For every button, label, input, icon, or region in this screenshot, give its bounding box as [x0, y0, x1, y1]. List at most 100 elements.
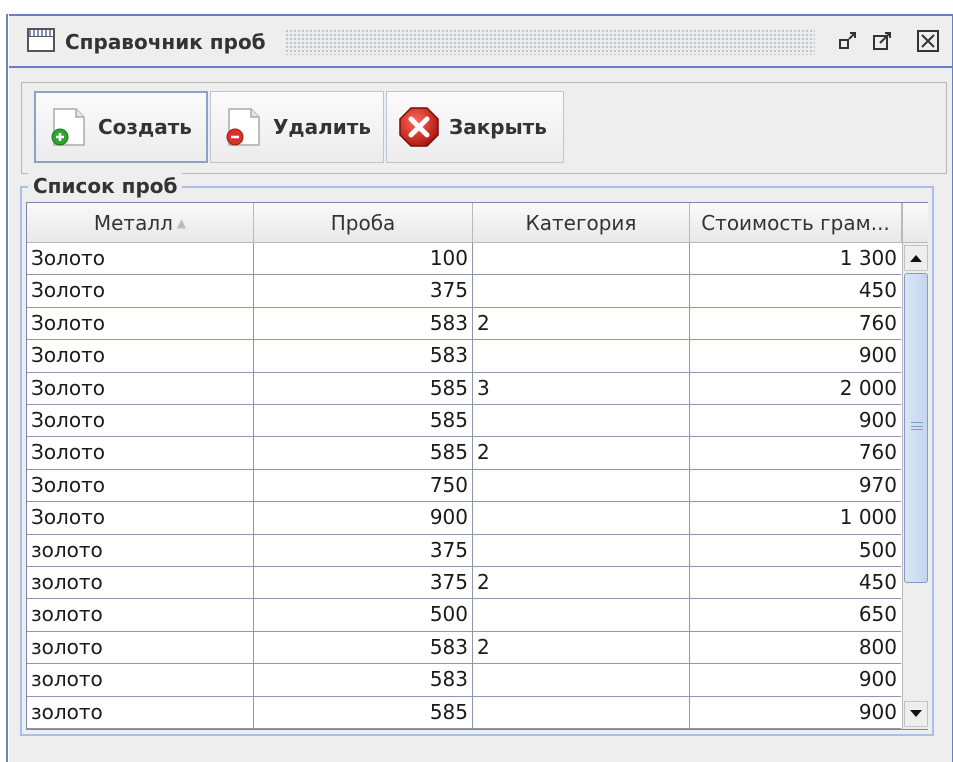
- table-cell[interactable]: 585: [254, 372, 473, 405]
- delete-button[interactable]: Удалить: [210, 91, 384, 163]
- table-cell[interactable]: Золото: [27, 275, 254, 308]
- delete-button-label: Удалить: [273, 115, 371, 139]
- table-row[interactable]: Золото 750 970: [27, 469, 901, 503]
- table-cell[interactable]: [473, 696, 690, 729]
- table-cell[interactable]: 1 300: [690, 243, 901, 276]
- table-cell[interactable]: золото: [27, 664, 254, 697]
- close-icon[interactable]: [915, 28, 941, 54]
- scroll-down-button[interactable]: [904, 701, 928, 727]
- table-cell[interactable]: 375: [254, 275, 473, 308]
- table-cell[interactable]: 100: [254, 243, 473, 276]
- maximize-icon[interactable]: [869, 28, 895, 54]
- column-header-category[interactable]: Категория: [473, 203, 690, 243]
- table-row[interactable]: золото 583 900: [27, 664, 901, 697]
- table-cell[interactable]: 3: [473, 372, 690, 405]
- table-row[interactable]: Золото 900 1 000: [27, 502, 901, 535]
- table-row[interactable]: золото 375 2 450: [27, 567, 901, 600]
- table-cell[interactable]: 375: [254, 567, 473, 600]
- create-button[interactable]: Создать: [34, 91, 208, 163]
- table-cell[interactable]: Золото: [27, 372, 254, 405]
- table-cell[interactable]: 583: [254, 664, 473, 697]
- table-cell[interactable]: [473, 405, 690, 438]
- table-cell[interactable]: 970: [690, 470, 901, 503]
- table-cell[interactable]: [473, 469, 690, 503]
- table-cell[interactable]: 900: [690, 697, 901, 729]
- table-cell[interactable]: [473, 534, 690, 567]
- table-cell[interactable]: золото: [27, 599, 254, 632]
- title-bar[interactable]: Справочник проб: [9, 16, 952, 68]
- column-header-label: Металл: [93, 210, 173, 235]
- column-header-metal[interactable]: Металл ▲: [27, 203, 254, 243]
- table-cell[interactable]: 900: [690, 340, 901, 373]
- probes-table[interactable]: Металл ▲ Проба Категория Стоимость грам.…: [26, 202, 928, 730]
- table-cell[interactable]: 2: [473, 567, 690, 600]
- table-cell[interactable]: золото: [27, 696, 254, 729]
- scroll-up-button[interactable]: [904, 245, 928, 271]
- close-circle-icon: [397, 105, 441, 149]
- table-cell[interactable]: [473, 340, 690, 373]
- table-cell[interactable]: Золото: [27, 340, 254, 373]
- table-cell[interactable]: золото: [27, 631, 254, 665]
- table-cell[interactable]: [473, 243, 690, 276]
- table-row[interactable]: золото 500 650: [27, 599, 901, 632]
- table-cell[interactable]: 750: [254, 469, 473, 503]
- table-cell[interactable]: Золото: [27, 405, 254, 438]
- table-cell[interactable]: 900: [254, 502, 473, 535]
- column-header-probe[interactable]: Проба: [254, 203, 473, 243]
- table-cell[interactable]: золото: [27, 534, 254, 567]
- table-row[interactable]: Золото 375 450: [27, 275, 901, 308]
- document-add-icon: [46, 105, 90, 149]
- table-cell[interactable]: 375: [254, 534, 473, 567]
- table-row[interactable]: Золото 100 1 300: [27, 243, 901, 276]
- table-cell[interactable]: 2: [473, 631, 690, 665]
- table-cell[interactable]: 2: [473, 437, 690, 470]
- table-cell[interactable]: 650: [690, 599, 901, 632]
- window-title: Справочник проб: [65, 30, 266, 54]
- restore-icon[interactable]: [835, 28, 861, 54]
- table-cell[interactable]: 450: [690, 275, 901, 308]
- grip-icon: [911, 422, 923, 430]
- table-cell[interactable]: 585: [254, 696, 473, 729]
- table-cell[interactable]: 583: [254, 340, 473, 373]
- table-cell[interactable]: 2: [473, 307, 690, 341]
- table-cell[interactable]: 583: [254, 307, 473, 341]
- table-cell[interactable]: Золото: [27, 469, 254, 503]
- table-row[interactable]: золото 585 900: [27, 696, 901, 729]
- table-cell[interactable]: 760: [690, 437, 901, 470]
- column-header-label: Категория: [525, 210, 637, 235]
- table-row[interactable]: Золото 583 2 760: [27, 307, 901, 341]
- table-cell[interactable]: [473, 502, 690, 535]
- table-cell[interactable]: [473, 664, 690, 697]
- table-cell[interactable]: 760: [690, 308, 901, 341]
- table-cell[interactable]: 2 000: [690, 373, 901, 405]
- table-cell[interactable]: 585: [254, 405, 473, 438]
- vertical-scrollbar[interactable]: [902, 243, 928, 729]
- table-cell[interactable]: 900: [690, 664, 901, 697]
- close-button[interactable]: Закрыть: [386, 91, 564, 163]
- table-cell[interactable]: [473, 599, 690, 632]
- group-title: Список проб: [28, 172, 183, 200]
- column-header-price[interactable]: Стоимость грам...: [690, 203, 902, 243]
- table-cell[interactable]: Золото: [27, 502, 254, 535]
- table-cell[interactable]: Золото: [27, 437, 254, 470]
- table-row[interactable]: Золото 585 900: [27, 405, 901, 438]
- table-cell[interactable]: 800: [690, 632, 901, 665]
- table-cell[interactable]: [473, 275, 690, 308]
- table-cell[interactable]: золото: [27, 567, 254, 600]
- table-cell[interactable]: 1 000: [690, 502, 901, 535]
- table-row[interactable]: золото 583 2 800: [27, 631, 901, 665]
- table-cell[interactable]: 450: [690, 567, 901, 600]
- table-row[interactable]: Золото 585 3 2 000: [27, 372, 901, 405]
- table-cell[interactable]: 500: [690, 535, 901, 567]
- table-row[interactable]: Золото 583 900: [27, 340, 901, 373]
- table-row[interactable]: золото 375 500: [27, 534, 901, 567]
- table-cell[interactable]: Золото: [27, 243, 254, 276]
- column-header-label: Стоимость грам...: [701, 210, 890, 235]
- table-cell[interactable]: 500: [254, 599, 473, 632]
- table-cell[interactable]: Золото: [27, 307, 254, 341]
- table-cell[interactable]: 900: [690, 405, 901, 438]
- scroll-thumb[interactable]: [904, 273, 928, 583]
- table-row[interactable]: Золото 585 2 760: [27, 437, 901, 470]
- table-cell[interactable]: 583: [254, 631, 473, 665]
- table-cell[interactable]: 585: [254, 437, 473, 470]
